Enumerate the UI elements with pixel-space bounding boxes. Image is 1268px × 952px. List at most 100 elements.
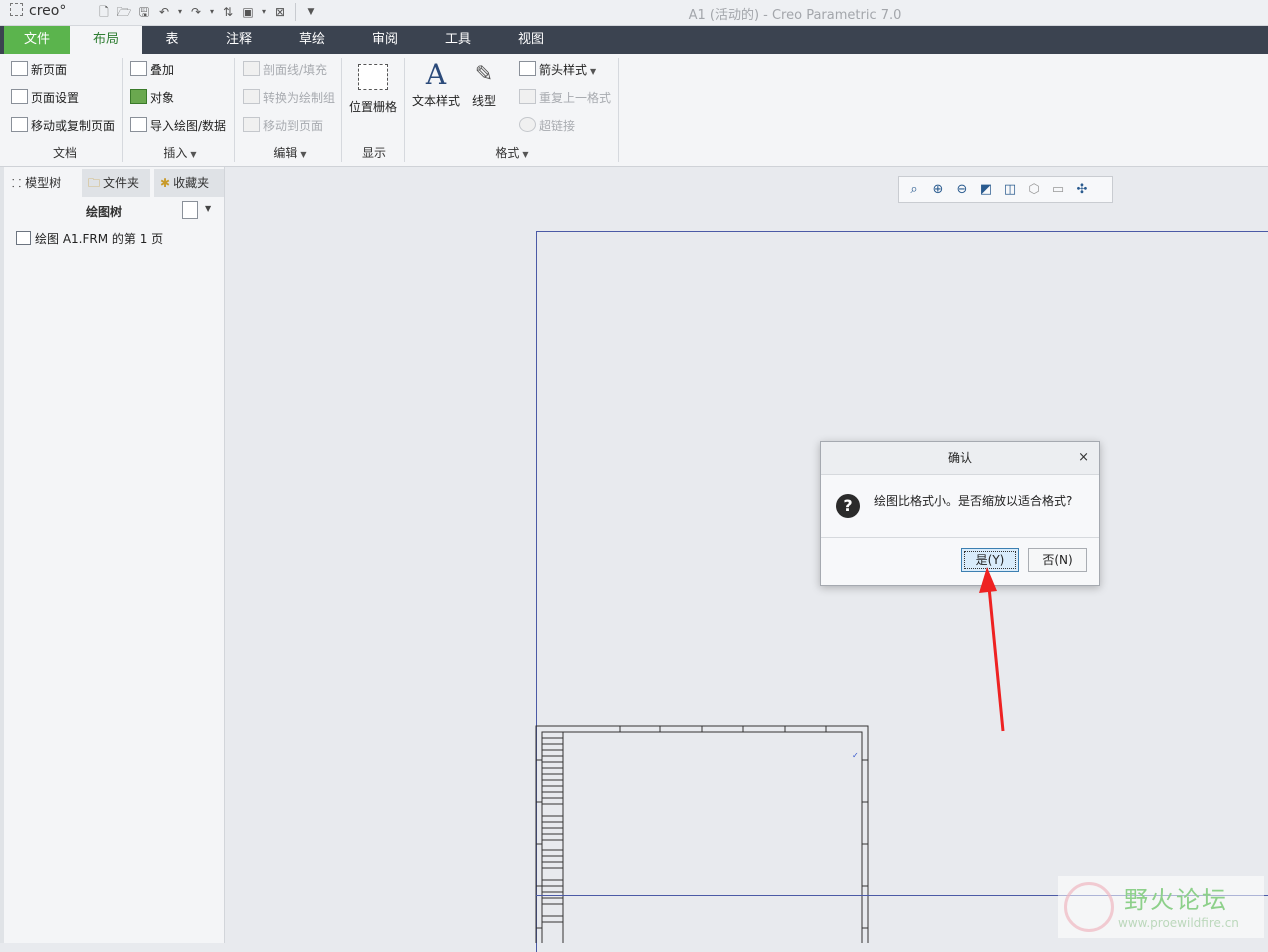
import-drawing-button[interactable]: 导入绘图/数据 — [130, 117, 226, 134]
tab-view[interactable]: 视图 — [506, 26, 556, 54]
zoom-out-icon[interactable]: ⊖ — [953, 181, 971, 199]
red-arrow-annotation — [979, 567, 1005, 732]
drawing-sheet-icon — [16, 231, 31, 245]
new-page-button[interactable]: 新页面 — [11, 61, 67, 78]
dialog-divider — [821, 537, 1099, 538]
page-setup-icon — [11, 89, 28, 104]
tree-item-sheet[interactable]: 绘图 A1.FRM 的第 1 页 — [16, 230, 163, 247]
line-style-button[interactable]: ✎ 线型 — [466, 58, 502, 109]
overlay-button[interactable]: 叠加 — [130, 61, 174, 78]
tab-folder-browser[interactable]: 🗀 文件夹 — [82, 169, 150, 197]
graphics-toolbar: ⌕ ⊕ ⊖ ◩ ◫ ⬡ ▭ ✣ — [898, 176, 1113, 203]
move-copy-page-icon — [11, 117, 28, 132]
display-style-icon[interactable]: ◫ — [1001, 181, 1019, 199]
arrow-style-button[interactable]: 箭头样式 ▼ — [519, 61, 596, 78]
left-panel: ⸬ 模型树 🗀 文件夹 ✱ 收藏夹 绘图树 ▼ 绘图 A1.FRM 的第 1 页 — [0, 167, 225, 943]
left-panel-tabs: ⸬ 模型树 🗀 文件夹 ✱ 收藏夹 — [4, 169, 224, 197]
close-icon[interactable]: × — [1078, 450, 1089, 465]
import-drawing-label: 导入绘图/数据 — [150, 119, 227, 133]
repeat-format-icon — [519, 89, 536, 104]
annotation-display-icon[interactable]: ✣ — [1073, 181, 1091, 199]
tab-model-tree[interactable]: ⸬ 模型树 — [4, 169, 80, 197]
menu-bar: 文件 布局 表 注释 草绘 审阅 工具 视图 — [0, 26, 1268, 54]
overlay-icon — [130, 61, 147, 76]
tree-item-label: 绘图 A1.FRM 的第 1 页 — [35, 232, 164, 246]
object-button[interactable]: 对象 — [130, 89, 174, 106]
hatch-fill-icon — [243, 61, 260, 76]
insert-label: 插入 — [163, 146, 188, 160]
tab-table[interactable]: 表 — [152, 26, 192, 54]
text-style-label: 文本样式 — [411, 94, 460, 108]
view-manager-icon[interactable]: ▭ — [1049, 181, 1067, 199]
chevron-down-icon: ▼ — [522, 150, 529, 159]
object-icon — [130, 89, 147, 104]
overlay-label: 叠加 — [150, 63, 175, 77]
folder-browser-label: 文件夹 — [103, 176, 140, 190]
refit-icon[interactable]: ⌕ — [905, 181, 923, 199]
page-setup-label: 页面设置 — [31, 91, 80, 105]
watermark: 野火论坛 www.proewildfire.cn — [1058, 876, 1264, 938]
position-grid-label: 位置栅格 — [348, 100, 397, 114]
tab-file[interactable]: 文件 — [4, 26, 70, 54]
hyperlink-icon — [519, 117, 536, 132]
group-label-edit[interactable]: 编辑 ▼ — [250, 144, 330, 161]
tab-review[interactable]: 审阅 — [360, 26, 410, 54]
chevron-down-icon: ▼ — [300, 150, 307, 159]
watermark-url: www.proewildfire.cn — [1118, 916, 1239, 930]
position-grid-button[interactable]: 位置栅格 — [348, 62, 398, 115]
group-separator — [122, 58, 123, 162]
convert-draft-group-label: 转换为绘制组 — [263, 91, 336, 105]
edit-label: 编辑 — [273, 146, 298, 160]
drawing-tree-header: 绘图树 — [86, 205, 123, 219]
convert-draft-group-icon — [243, 89, 260, 104]
watermark-logo-icon — [1064, 882, 1114, 932]
window-title: A1 (活动的) - Creo Parametric 7.0 — [688, 8, 902, 23]
hatch-fill-label: 剖面线/填充 — [263, 63, 328, 77]
grid-icon — [358, 64, 388, 90]
line-style-icon: ✎ — [474, 62, 494, 87]
group-label-format[interactable]: 格式 ▼ — [472, 144, 552, 161]
question-icon: ? — [836, 494, 860, 518]
tab-annotate[interactable]: 注释 — [214, 26, 264, 54]
group-separator — [341, 58, 342, 162]
watermark-title: 野火论坛 — [1124, 886, 1228, 914]
title-bar: creo° 🗋 🗁 🖫 ↶ ▾ ↷ ▾ ⇅ ▣ ▾ ⊠ ▼ A1 (活动的) -… — [0, 0, 1268, 26]
confirm-dialog: 确认 × ? 绘图比格式小。是否缩放以适合格式? 是(Y) 否(N) — [820, 441, 1100, 586]
group-separator — [404, 58, 405, 162]
tab-layout[interactable]: 布局 — [70, 26, 142, 54]
dialog-title: 确认 — [821, 442, 1099, 475]
tab-sketch[interactable]: 草绘 — [287, 26, 337, 54]
move-copy-page-button[interactable]: 移动或复制页面 — [11, 117, 115, 134]
chevron-down-icon: ▼ — [190, 150, 197, 159]
tree-settings-icon[interactable] — [182, 201, 198, 219]
tab-favorites[interactable]: ✱ 收藏夹 — [154, 169, 224, 197]
saved-views-icon[interactable]: ⬡ — [1025, 181, 1043, 199]
move-to-page-label: 移动到页面 — [263, 119, 324, 133]
repaint-icon[interactable]: ◩ — [977, 181, 995, 199]
convert-draft-group-button[interactable]: 转换为绘制组 — [243, 89, 335, 106]
group-label-insert[interactable]: 插入 ▼ — [140, 144, 220, 161]
repeat-last-format-button[interactable]: 重复上一格式 — [519, 89, 611, 106]
hyperlink-label: 超链接 — [539, 119, 576, 133]
no-button[interactable]: 否(N) — [1028, 548, 1087, 572]
line-style-label: 线型 — [471, 94, 496, 108]
new-page-label: 新页面 — [31, 63, 68, 77]
object-label: 对象 — [150, 91, 175, 105]
arrow-style-icon — [519, 61, 536, 76]
zoom-in-icon[interactable]: ⊕ — [929, 181, 947, 199]
page-setup-button[interactable]: 页面设置 — [11, 89, 79, 106]
text-style-button[interactable]: A 文本样式 — [411, 58, 461, 109]
move-to-page-button[interactable]: 移动到页面 — [243, 117, 323, 134]
move-to-page-icon — [243, 117, 260, 132]
hatch-fill-button[interactable]: 剖面线/填充 — [243, 61, 327, 78]
new-page-icon — [11, 61, 28, 76]
svg-text:✓: ✓ — [852, 751, 859, 760]
tab-tools[interactable]: 工具 — [433, 26, 483, 54]
group-label-document: 文档 — [52, 146, 77, 160]
model-tree-icon: ⸬ — [12, 177, 22, 190]
hyperlink-button[interactable]: 超链接 — [519, 117, 575, 134]
repeat-last-format-label: 重复上一格式 — [539, 91, 612, 105]
chevron-down-icon[interactable]: ▼ — [205, 204, 211, 213]
panel-edge — [0, 167, 4, 943]
format-label: 格式 — [495, 146, 520, 160]
